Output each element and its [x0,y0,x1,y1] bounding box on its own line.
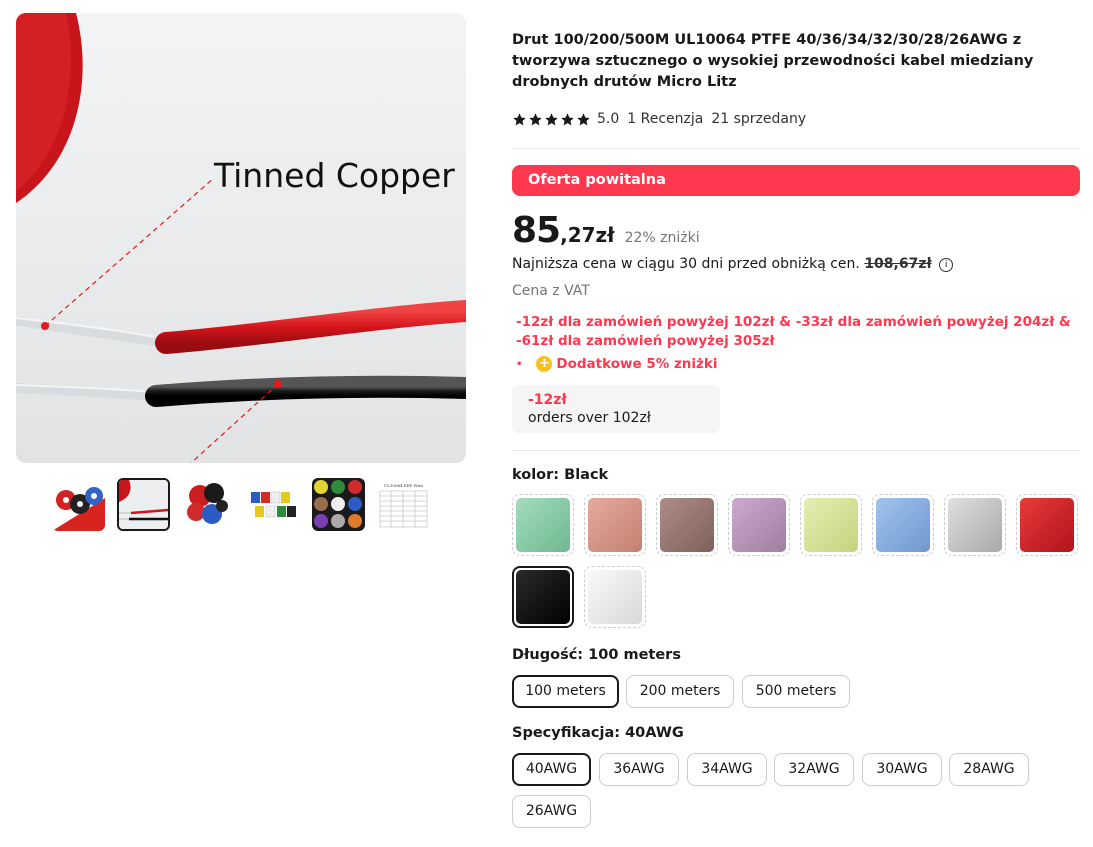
thumb-spools-colors[interactable] [52,478,105,531]
thumb-spools-grid[interactable] [312,478,365,531]
length-option-500[interactable]: 500 meters [742,675,850,708]
old-price: 108,67zł [864,256,932,272]
thumb-tinned-copper[interactable] [117,478,170,531]
reviews-link[interactable]: 1 Recenzja [627,111,703,127]
length-option-200[interactable]: 200 meters [626,675,734,708]
spec-option-40awg[interactable]: 40AWG [512,753,591,786]
star-icon [577,112,590,125]
lowest-price-label: Najniższa cena w ciągu 30 dni przed obni… [512,256,860,272]
color-label-text: kolor: [512,467,565,483]
main-image-caption: Tinned Copper [213,156,455,195]
thumbnail-strip: UL10064 FEP Wire [52,478,430,531]
spec-label: Specyfikacja: 40AWG [512,725,684,741]
star-icon [513,112,526,125]
spec-option-28awg[interactable]: 28AWG [949,753,1029,786]
spec-option-34awg[interactable]: 34AWG [687,753,767,786]
swatch-green[interactable] [512,494,574,556]
divider [512,450,1080,451]
sold-count: 21 sprzedany [711,111,807,127]
rating-row: 5.0 1 Recenzja 21 sprzedany [512,111,806,127]
swatch-brown[interactable] [656,494,718,556]
swatch-gray[interactable] [944,494,1006,556]
info-icon[interactable]: i [939,258,954,272]
coupon-condition: orders over 102zł [528,410,651,426]
rating-stars [512,112,591,127]
spec-table-title: UL10064 FEP Wire [384,483,424,488]
color-label: kolor: Black [512,467,608,483]
discount-percent: 22% zniżki [624,230,700,246]
star-icon [545,112,558,125]
plus-coin-icon: + [536,356,553,372]
coupon-amount: -12zł [528,392,567,408]
swatch-yellow[interactable] [800,494,862,556]
swatch-purple[interactable] [728,494,790,556]
extra-discount-text: Dodatkowe 5% zniżki [556,356,718,372]
vat-note: Cena z VAT [512,283,590,299]
swatch-salmon[interactable] [584,494,646,556]
price-row: 85 ,27zł 22% zniżki [512,210,700,251]
length-selected-value: 100 meters [588,647,681,663]
spec-option-30awg[interactable]: 30AWG [862,753,942,786]
thumb-spec-table[interactable]: UL10064 FEP Wire [377,478,430,531]
spec-option-36awg[interactable]: 36AWG [599,753,679,786]
spec-label-text: Specyfikacja: [512,725,626,741]
divider [512,148,1080,149]
spec-option-32awg[interactable]: 32AWG [774,753,854,786]
welcome-offer-banner: Oferta powitalna [512,165,1080,196]
star-icon [529,112,542,125]
tiered-discounts: -12zł dla zamówień powyżej 102zł & -33zł… [516,314,1071,349]
length-option-100[interactable]: 100 meters [512,675,619,708]
coupon-card[interactable]: -12zł orders over 102zł [512,385,720,433]
star-icon [561,112,574,125]
length-label-text: Długość: [512,647,589,663]
spec-selected-value: 40AWG [625,725,684,741]
color-selected-value: Black [564,467,609,483]
thumb-spools-row[interactable] [247,478,300,531]
swatch-red[interactable] [1016,494,1078,556]
price-decimal: ,27zł [560,223,615,247]
length-label: Długość: 100 meters [512,647,681,663]
product-title: Drut 100/200/500M UL10064 PTFE 40/36/34/… [512,32,1034,90]
swatch-white[interactable] [584,566,646,628]
main-product-image[interactable]: Tinned Copper [16,13,466,463]
lowest-price-note: Najniższa cena w ciągu 30 dni przed obni… [512,256,954,272]
swatch-black[interactable] [512,566,574,628]
extra-discount: • + Dodatkowe 5% zniżki [516,356,718,372]
rating-value: 5.0 [597,111,620,127]
thumb-spools-red-black[interactable] [182,478,235,531]
price-integer: 85 [512,210,561,251]
bullet-icon: • [516,358,523,370]
swatch-blue[interactable] [872,494,934,556]
spec-option-26awg[interactable]: 26AWG [512,795,591,828]
